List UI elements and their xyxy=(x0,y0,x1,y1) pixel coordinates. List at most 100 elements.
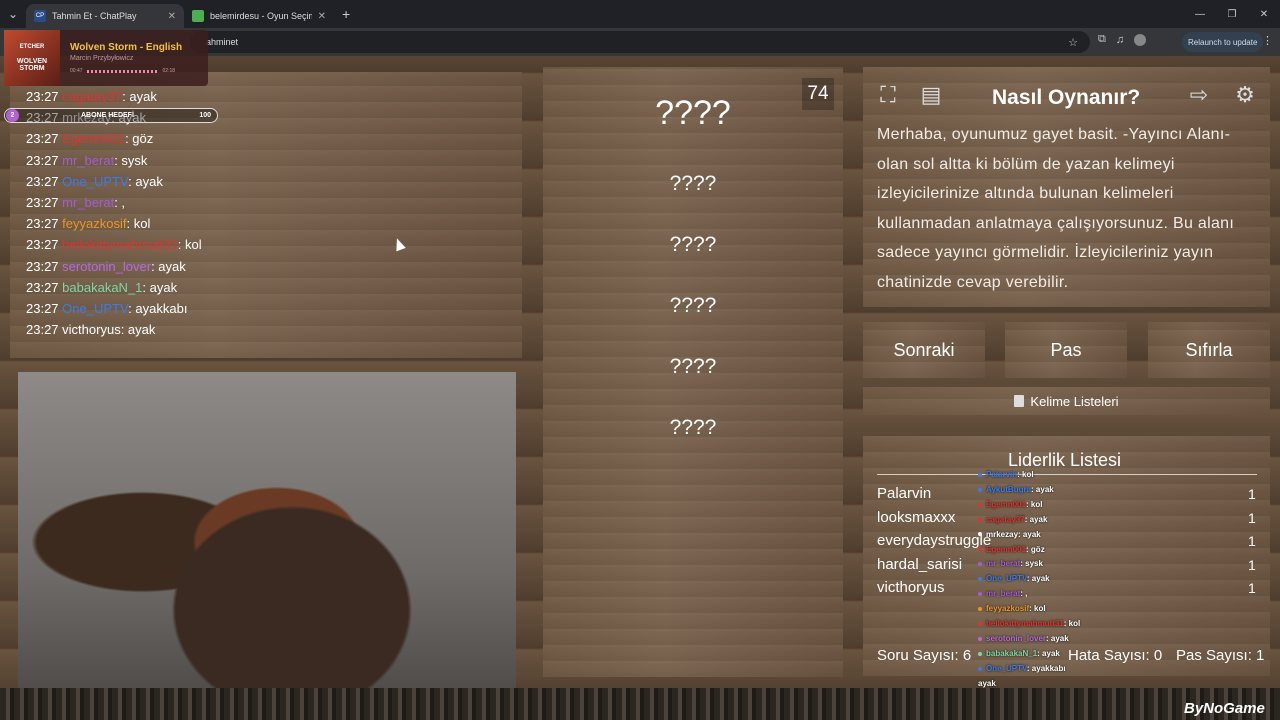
chat-username[interactable]: mr_berat xyxy=(62,153,114,168)
chat-text: : ayak xyxy=(128,173,163,189)
leaderboard-player: Palarvin xyxy=(877,485,932,502)
overlay-text: : göz xyxy=(1026,544,1045,554)
logout-icon[interactable]: ⇨ xyxy=(1184,80,1214,110)
tab-search-icon[interactable]: ⌄ xyxy=(0,0,26,28)
overlay-username: mr_berat xyxy=(986,589,1021,599)
settings-gear-icon[interactable]: ⚙ xyxy=(1230,80,1260,110)
song-progress: 00:47 02:18 xyxy=(70,68,182,74)
overlay-username: One_UPTV xyxy=(986,663,1027,673)
chat-message: 23:27 Egemn001: göz xyxy=(26,131,153,146)
user-badge-icon xyxy=(978,636,982,641)
overlay-username: hellokittymahmutt31 xyxy=(986,619,1064,628)
overlay-username: babakakaN_1 xyxy=(986,648,1038,658)
new-tab-icon[interactable]: + xyxy=(342,6,350,22)
sub-goal-bar: 2 ABONE HEDEFİ 100 xyxy=(4,108,218,123)
close-window-icon[interactable]: ✕ xyxy=(1248,0,1280,28)
chat-message: 23:27 One_UPTV: ayakkabı xyxy=(26,301,187,316)
close-tab-icon[interactable]: ✕ xyxy=(318,11,326,22)
leaderboard-score: 1 xyxy=(1248,486,1256,502)
chat-message: 23:27 babakakaN_1: ayak xyxy=(26,280,177,295)
chat-username[interactable]: mr_berat xyxy=(62,195,114,210)
fullscreen-icon[interactable]: ⛶ xyxy=(873,80,903,110)
overlay-chat-message: mrkezay: ayak xyxy=(978,530,1041,539)
user-badge-icon xyxy=(978,666,982,671)
chat-username[interactable]: babakakaN_1 xyxy=(62,280,142,295)
chat-text: : ayak xyxy=(142,279,178,295)
overlay-username: mrkezay xyxy=(986,529,1019,539)
restore-icon[interactable]: ❐ xyxy=(1216,0,1248,28)
overlay-chat-message: hellokittymahmutt31: kol xyxy=(978,619,1080,628)
overlay-chat-message: One_UPTV: ayak xyxy=(978,574,1050,583)
chat-message: 23:27 hellokittymahmutt31: kol xyxy=(26,237,202,252)
chat-username[interactable]: One_UPTV xyxy=(62,301,128,316)
chat-username[interactable]: One_UPTV xyxy=(62,174,128,189)
hidden-word: ???? xyxy=(669,172,717,195)
overlay-chat-message: babakakaN_1: ayak xyxy=(978,649,1060,658)
overlay-text: : kol xyxy=(1017,470,1034,479)
extensions-icon[interactable]: ⧉ xyxy=(1098,33,1106,46)
user-badge-icon xyxy=(978,487,982,492)
chat-username[interactable]: cagatay37 xyxy=(62,89,122,104)
tab-title: belemirdesu - Oyun Seçimi | ki xyxy=(210,11,312,21)
chat-username[interactable]: feyyazkosif xyxy=(62,216,126,231)
chat-message: 23:27 serotonin_lover: ayak xyxy=(26,259,186,274)
overlay-chat-message: cagatay37: ayak xyxy=(978,515,1047,524)
tab-oyun-secimi[interactable]: belemirdesu - Oyun Seçimi | ki ✕ xyxy=(184,4,334,28)
menu-kebab-icon[interactable]: ⋮ xyxy=(1262,34,1273,47)
user-badge-icon xyxy=(978,532,982,537)
overlay-chat-message: mr_berat: sysk xyxy=(978,559,1043,568)
overlay-username: Egemn001 xyxy=(986,499,1027,509)
chat-time: 23:27 xyxy=(26,258,59,274)
overlay-text: : , xyxy=(1020,589,1028,599)
overlay-text: : ayakkabı xyxy=(1026,663,1066,673)
relaunch-button[interactable]: Relaunch to update xyxy=(1182,32,1264,52)
chat-username[interactable]: hellokittymahmutt31 xyxy=(62,237,178,252)
overlay-username: One_UPTV xyxy=(986,574,1027,584)
chat-time: 23:27 xyxy=(26,173,59,189)
leaderboard-player: hardal_sarisi xyxy=(877,555,963,573)
album-art-line1: ETCHER xyxy=(19,44,45,50)
chat-time: 23:27 xyxy=(26,131,59,147)
reset-button[interactable]: Sıfırla xyxy=(1148,322,1270,378)
chat-message: 23:27 victhoryus: ayak xyxy=(26,322,155,337)
overlay-chat-message: Egemn001: kol xyxy=(978,500,1042,509)
overlay-text: : kol xyxy=(1026,499,1043,509)
hidden-word: ???? xyxy=(669,294,717,317)
timer: 74 xyxy=(802,78,834,110)
list-document-icon[interactable]: ▤ xyxy=(916,80,946,110)
pass-button[interactable]: Pas xyxy=(1005,322,1127,378)
pass-count: Pas Sayısı: 1 xyxy=(1176,647,1265,664)
overlay-chat-message: feyyazkosif: kol xyxy=(978,604,1046,613)
overlay-text: : ayak xyxy=(1018,529,1041,539)
chat-username[interactable]: Egemn001 xyxy=(62,131,125,146)
minimize-icon[interactable]: — xyxy=(1184,0,1216,28)
chat-time: 23:27 xyxy=(26,216,59,232)
overlay-text: : ayak xyxy=(1024,514,1048,524)
address-bar[interactable]: ahminet ☆ xyxy=(190,31,1090,53)
time-total: 02:18 xyxy=(162,68,176,74)
media-control-icon[interactable]: ♫ xyxy=(1116,34,1124,46)
chatplay-favicon-icon: CP xyxy=(34,10,46,22)
site-favicon-icon xyxy=(192,10,204,22)
word-lists-button[interactable]: Kelime Listeleri xyxy=(863,387,1270,415)
chat-text: : ayak xyxy=(120,322,156,338)
howto-title: Nasıl Oynanır? xyxy=(992,86,1141,109)
howto-text: Merhaba, oyunumuz gayet basit. -Yayıncı … xyxy=(877,126,1235,291)
bookmark-star-icon[interactable]: ☆ xyxy=(1068,36,1078,49)
next-button[interactable]: Sonraki xyxy=(863,322,985,378)
bottom-strip xyxy=(0,688,1280,720)
user-badge-icon xyxy=(978,621,982,626)
song-artist: Marcin Przybyłowicz xyxy=(70,55,134,62)
user-badge-icon xyxy=(978,502,982,507)
overlay-text: ayak xyxy=(978,678,996,688)
chat-time: 23:27 xyxy=(26,301,59,316)
chat-message: 23:27 feyyazkosif: kol xyxy=(26,216,150,231)
tab-chatplay[interactable]: CP Tahmin Et - ChatPlay ✕ xyxy=(26,4,184,28)
profile-avatar[interactable] xyxy=(1134,33,1147,46)
chat-username[interactable]: victhoryus xyxy=(62,322,121,337)
user-badge-icon xyxy=(978,592,982,597)
album-art: ETCHER WOLVEN STORM xyxy=(4,30,60,86)
close-tab-icon[interactable]: ✕ xyxy=(168,11,176,22)
chat-username[interactable]: serotonin_lover xyxy=(62,259,151,274)
leaderboard-player: victhoryus xyxy=(877,579,945,597)
